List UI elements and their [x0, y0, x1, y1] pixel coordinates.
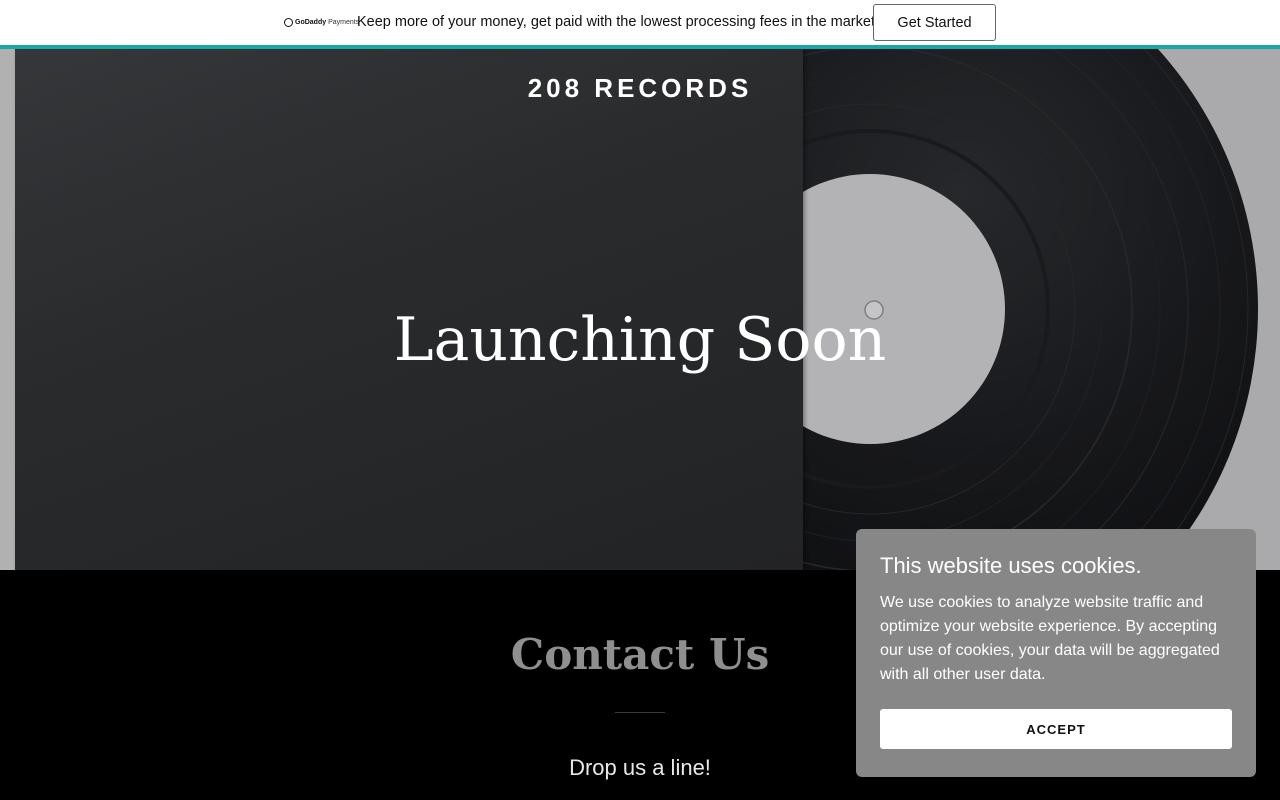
accept-cookies-button[interactable]: ACCEPT	[880, 709, 1232, 749]
cookie-title: This website uses cookies.	[880, 553, 1142, 578]
logo-brand-text: GoDaddy	[295, 19, 327, 26]
cookie-body: We use cookies to analyze website traffi…	[880, 594, 1220, 683]
section-divider	[615, 712, 665, 713]
cookie-banner: This website uses cookies. We use cookie…	[856, 529, 1256, 777]
logo-product-text: Payments	[328, 19, 360, 26]
hero-heading: Launching Soon	[393, 305, 887, 375]
promo-message: Keep more of your money, get paid with t…	[357, 14, 879, 30]
hero-section: 208 RECORDS Launching Soon	[0, 49, 1280, 570]
site-title[interactable]: 208 RECORDS	[0, 73, 1280, 104]
promo-bar: GoDaddy Payments Keep more of your money…	[0, 0, 1280, 49]
godaddy-logo-icon	[284, 18, 293, 27]
godaddy-payments-logo: GoDaddy Payments	[284, 18, 359, 27]
get-started-button[interactable]: Get Started	[873, 4, 996, 41]
